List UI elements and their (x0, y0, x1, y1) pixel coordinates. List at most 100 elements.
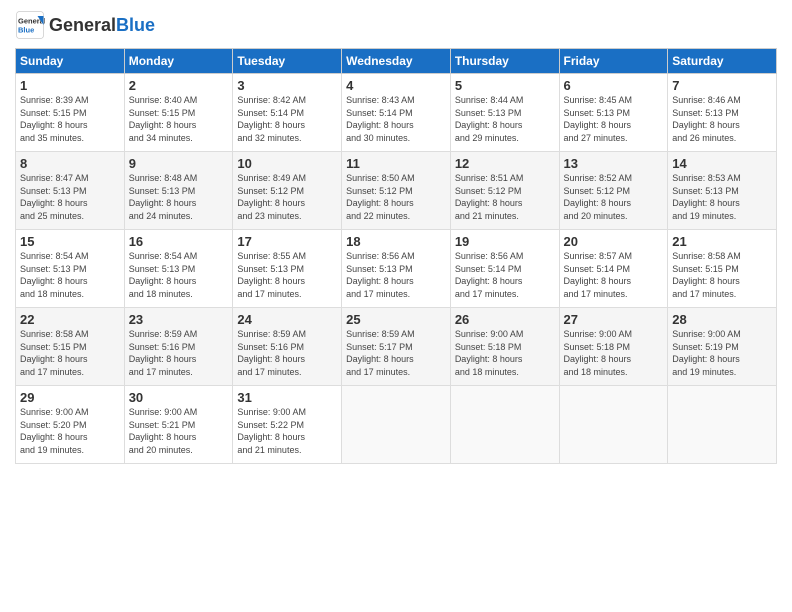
day-number: 19 (455, 234, 555, 249)
calendar-cell: 11Sunrise: 8:50 AMSunset: 5:12 PMDayligh… (342, 152, 451, 230)
day-info: Sunrise: 8:44 AMSunset: 5:13 PMDaylight:… (455, 95, 524, 143)
weekday-header-wednesday: Wednesday (342, 49, 451, 74)
day-info: Sunrise: 8:43 AMSunset: 5:14 PMDaylight:… (346, 95, 415, 143)
calendar-cell: 27 Sunrise: 9:00 AMSunset: 5:18 PMDayligh… (559, 308, 668, 386)
day-info: Sunrise: 8:54 AMSunset: 5:13 PMDaylight:… (20, 251, 89, 299)
calendar-cell: 13 Sunrise: 8:52 AMSunset: 5:12 PMDayligh… (559, 152, 668, 230)
day-number: 24 (237, 312, 337, 327)
day-number: 31 (237, 390, 337, 405)
day-info: Sunrise: 8:59 AMSunset: 5:17 PMDaylight:… (346, 329, 415, 377)
calendar-cell: 12 Sunrise: 8:51 AMSunset: 5:12 PMDayligh… (450, 152, 559, 230)
day-number: 13 (564, 156, 664, 171)
calendar-cell (559, 386, 668, 464)
day-number: 23 (129, 312, 229, 327)
calendar-cell: 9 Sunrise: 8:48 AMSunset: 5:13 PMDaylight… (124, 152, 233, 230)
day-number: 12 (455, 156, 555, 171)
day-number: 5 (455, 78, 555, 93)
calendar-cell: 14Sunrise: 8:53 AMSunset: 5:13 PMDayligh… (668, 152, 777, 230)
weekday-header-tuesday: Tuesday (233, 49, 342, 74)
calendar-cell: 1Sunrise: 8:39 AMSunset: 5:15 PMDaylight… (16, 74, 125, 152)
logo-general: General (49, 15, 116, 35)
calendar-cell: 20Sunrise: 8:57 AMSunset: 5:14 PMDayligh… (559, 230, 668, 308)
day-info: Sunrise: 8:48 AMSunset: 5:13 PMDaylight:… (129, 173, 198, 221)
day-info: Sunrise: 8:57 AMSunset: 5:14 PMDaylight:… (564, 251, 633, 299)
calendar-cell: 30Sunrise: 9:00 AMSunset: 5:21 PMDayligh… (124, 386, 233, 464)
day-info: Sunrise: 9:00 AMSunset: 5:21 PMDaylight:… (129, 407, 198, 455)
day-number: 29 (20, 390, 120, 405)
day-info: Sunrise: 8:59 AMSunset: 5:16 PMDaylight:… (129, 329, 198, 377)
weekday-header-row: SundayMondayTuesdayWednesdayThursdayFrid… (16, 49, 777, 74)
day-number: 3 (237, 78, 337, 93)
calendar-cell: 4 Sunrise: 8:43 AMSunset: 5:14 PMDaylight… (342, 74, 451, 152)
day-info: Sunrise: 8:46 AMSunset: 5:13 PMDaylight:… (672, 95, 741, 143)
day-number: 27 (564, 312, 664, 327)
day-info: Sunrise: 9:00 AMSunset: 5:20 PMDaylight:… (20, 407, 89, 455)
day-number: 15 (20, 234, 120, 249)
day-info: Sunrise: 8:56 AMSunset: 5:14 PMDaylight:… (455, 251, 524, 299)
day-info: Sunrise: 8:51 AMSunset: 5:12 PMDaylight:… (455, 173, 524, 221)
calendar-cell: 21 Sunrise: 8:58 AMSunset: 5:15 PMDayligh… (668, 230, 777, 308)
calendar-cell: 15 Sunrise: 8:54 AMSunset: 5:13 PMDayligh… (16, 230, 125, 308)
weekday-header-friday: Friday (559, 49, 668, 74)
day-info: Sunrise: 8:53 AMSunset: 5:13 PMDaylight:… (672, 173, 741, 221)
week-row-4: 29 Sunrise: 9:00 AMSunset: 5:20 PMDayligh… (16, 386, 777, 464)
day-number: 10 (237, 156, 337, 171)
calendar-cell: 8Sunrise: 8:47 AMSunset: 5:13 PMDaylight… (16, 152, 125, 230)
calendar-cell (668, 386, 777, 464)
day-info: Sunrise: 9:00 AMSunset: 5:18 PMDaylight:… (564, 329, 633, 377)
day-number: 26 (455, 312, 555, 327)
day-info: Sunrise: 9:00 AMSunset: 5:22 PMDaylight:… (237, 407, 306, 455)
day-number: 7 (672, 78, 772, 93)
calendar-cell (342, 386, 451, 464)
day-info: Sunrise: 8:55 AMSunset: 5:13 PMDaylight:… (237, 251, 306, 299)
calendar-cell: 10 Sunrise: 8:49 AMSunset: 5:12 PMDayligh… (233, 152, 342, 230)
logo-blue: Blue (116, 15, 155, 35)
calendar-cell: 2 Sunrise: 8:40 AMSunset: 5:15 PMDaylight… (124, 74, 233, 152)
calendar-cell (450, 386, 559, 464)
calendar-cell: 16Sunrise: 8:54 AMSunset: 5:13 PMDayligh… (124, 230, 233, 308)
day-number: 11 (346, 156, 446, 171)
day-info: Sunrise: 8:59 AMSunset: 5:16 PMDaylight:… (237, 329, 306, 377)
day-number: 22 (20, 312, 120, 327)
calendar-cell: 18Sunrise: 8:56 AMSunset: 5:13 PMDayligh… (342, 230, 451, 308)
calendar-cell: 29 Sunrise: 9:00 AMSunset: 5:20 PMDayligh… (16, 386, 125, 464)
day-number: 1 (20, 78, 120, 93)
weekday-header-saturday: Saturday (668, 49, 777, 74)
page-container: General Blue GeneralBlue SundayMondayTue… (0, 0, 792, 474)
week-row-0: 1Sunrise: 8:39 AMSunset: 5:15 PMDaylight… (16, 74, 777, 152)
calendar-cell: 7 Sunrise: 8:46 AMSunset: 5:13 PMDaylight… (668, 74, 777, 152)
calendar-cell: 19 Sunrise: 8:56 AMSunset: 5:14 PMDayligh… (450, 230, 559, 308)
calendar-cell: 26 Sunrise: 9:00 AMSunset: 5:18 PMDayligh… (450, 308, 559, 386)
week-row-2: 15 Sunrise: 8:54 AMSunset: 5:13 PMDayligh… (16, 230, 777, 308)
svg-text:Blue: Blue (18, 26, 34, 35)
week-row-1: 8Sunrise: 8:47 AMSunset: 5:13 PMDaylight… (16, 152, 777, 230)
day-number: 28 (672, 312, 772, 327)
day-info: Sunrise: 8:58 AMSunset: 5:15 PMDaylight:… (672, 251, 741, 299)
calendar-cell: 17Sunrise: 8:55 AMSunset: 5:13 PMDayligh… (233, 230, 342, 308)
calendar-cell: 25Sunrise: 8:59 AMSunset: 5:17 PMDayligh… (342, 308, 451, 386)
day-number: 16 (129, 234, 229, 249)
day-info: Sunrise: 8:40 AMSunset: 5:15 PMDaylight:… (129, 95, 198, 143)
day-info: Sunrise: 8:52 AMSunset: 5:12 PMDaylight:… (564, 173, 633, 221)
day-number: 9 (129, 156, 229, 171)
day-info: Sunrise: 8:42 AMSunset: 5:14 PMDaylight:… (237, 95, 306, 143)
day-number: 4 (346, 78, 446, 93)
day-info: Sunrise: 8:49 AMSunset: 5:12 PMDaylight:… (237, 173, 306, 221)
weekday-header-sunday: Sunday (16, 49, 125, 74)
weekday-header-monday: Monday (124, 49, 233, 74)
calendar-cell: 31 Sunrise: 9:00 AMSunset: 5:22 PMDayligh… (233, 386, 342, 464)
day-number: 2 (129, 78, 229, 93)
header: General Blue GeneralBlue (15, 10, 777, 40)
calendar-cell: 22 Sunrise: 8:58 AMSunset: 5:15 PMDayligh… (16, 308, 125, 386)
day-info: Sunrise: 9:00 AMSunset: 5:18 PMDaylight:… (455, 329, 524, 377)
day-info: Sunrise: 9:00 AMSunset: 5:19 PMDaylight:… (672, 329, 741, 377)
day-number: 18 (346, 234, 446, 249)
weekday-header-thursday: Thursday (450, 49, 559, 74)
calendar-cell: 23 Sunrise: 8:59 AMSunset: 5:16 PMDayligh… (124, 308, 233, 386)
calendar-table: SundayMondayTuesdayWednesdayThursdayFrid… (15, 48, 777, 464)
day-number: 21 (672, 234, 772, 249)
day-number: 6 (564, 78, 664, 93)
logo: General Blue GeneralBlue (15, 10, 155, 40)
calendar-cell: 6Sunrise: 8:45 AMSunset: 5:13 PMDaylight… (559, 74, 668, 152)
day-info: Sunrise: 8:58 AMSunset: 5:15 PMDaylight:… (20, 329, 89, 377)
